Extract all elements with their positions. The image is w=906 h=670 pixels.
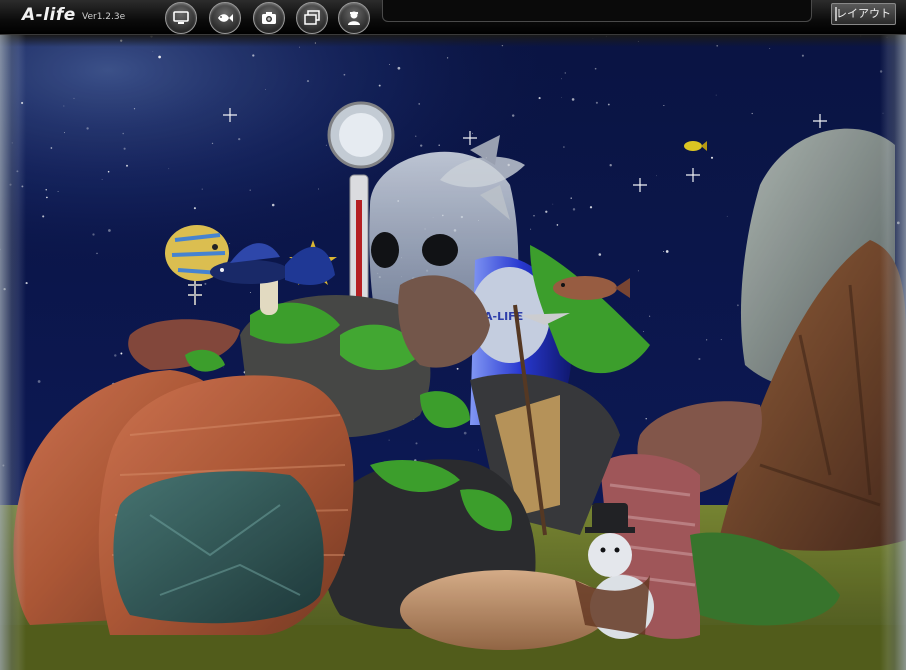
version-label: Ver1.2.3e — [82, 12, 126, 22]
layout-button[interactable]: レイアウト — [831, 3, 896, 25]
camera-button[interactable] — [253, 2, 285, 34]
windows-icon — [304, 10, 320, 25]
monitor-icon — [173, 11, 189, 24]
toolbar: A-life Ver1.2.3e レイアウト — [0, 0, 906, 35]
fish-icon — [218, 14, 233, 22]
person-button[interactable] — [338, 2, 370, 34]
camera-icon — [262, 12, 276, 24]
display-button[interactable] — [165, 2, 197, 34]
person-icon — [348, 11, 360, 25]
app-logo: A-life — [22, 5, 76, 25]
aquarium-tank: A-LIFE — [0, 35, 906, 670]
fish-button[interactable] — [209, 2, 241, 34]
window-button[interactable] — [296, 2, 328, 34]
aquarium-app: A-life Ver1.2.3e レイアウト A-LIFE — [0, 0, 906, 670]
status-field — [382, 0, 812, 22]
teal-rock — [113, 471, 324, 624]
